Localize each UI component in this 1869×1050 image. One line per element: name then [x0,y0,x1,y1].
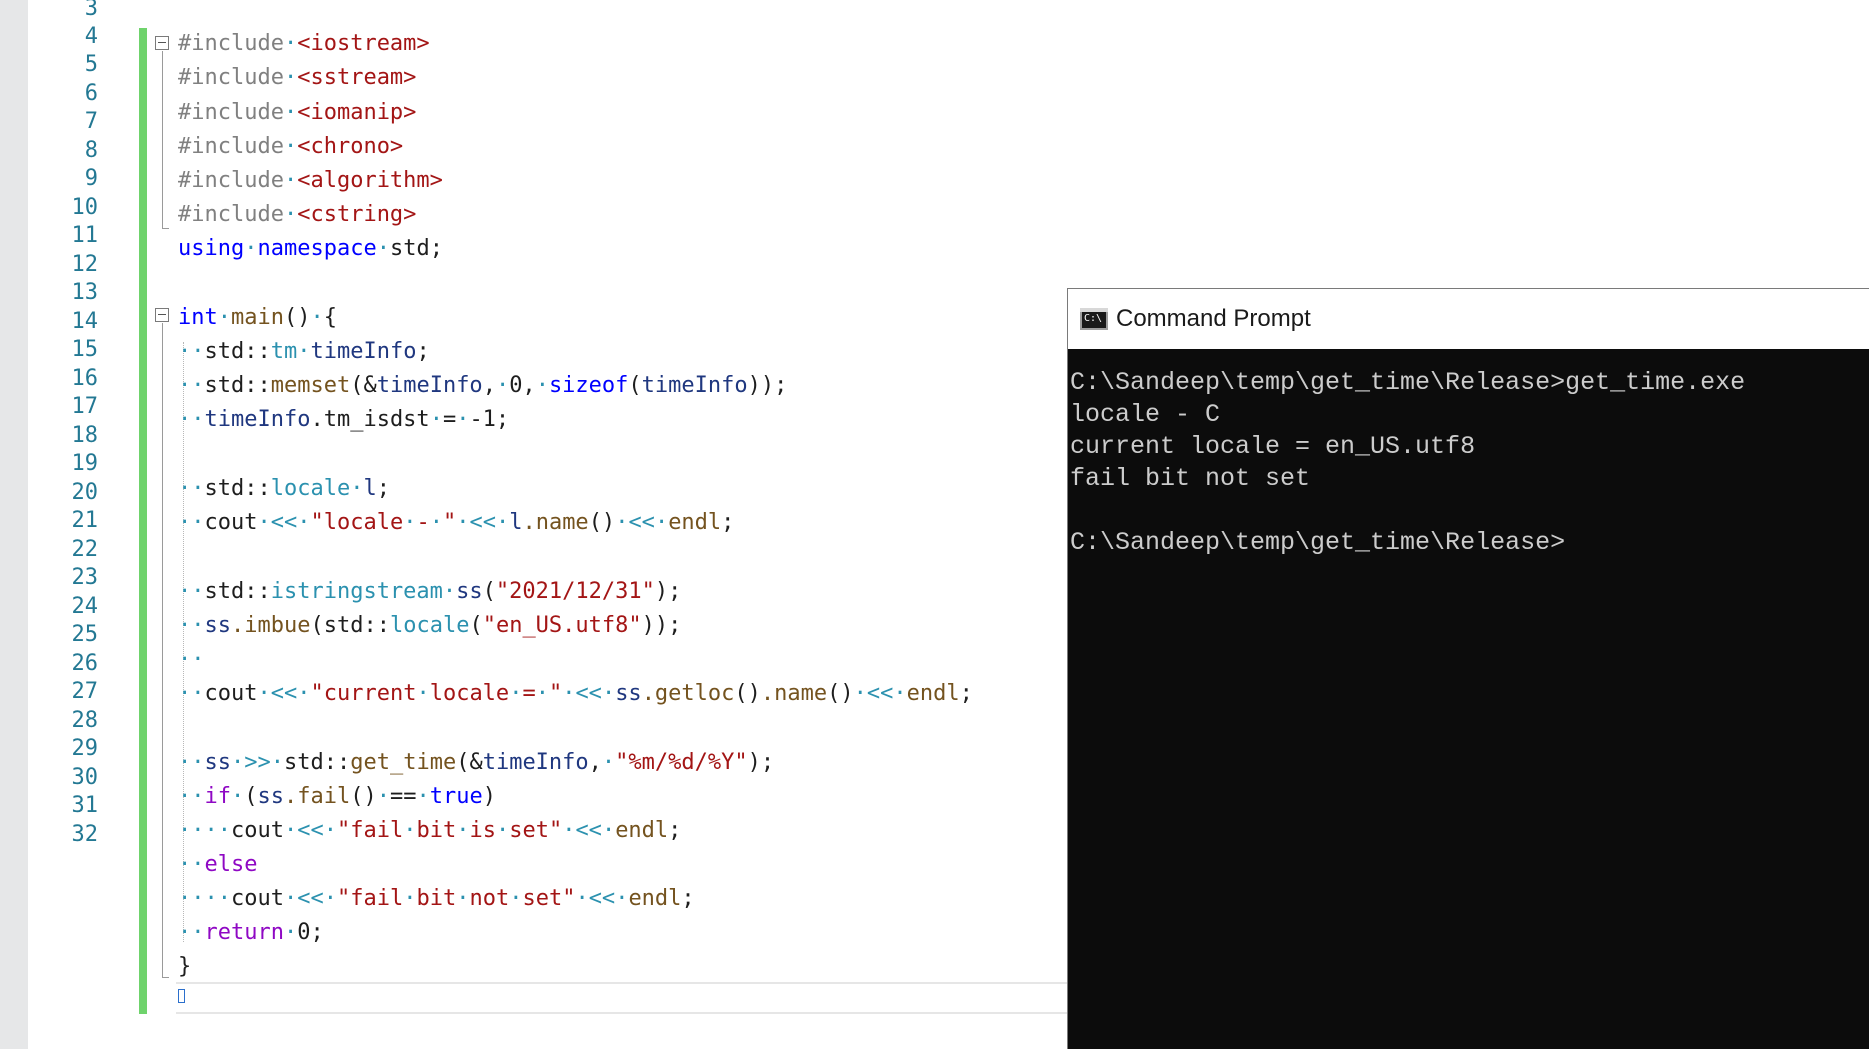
line-number-gutter: 3 4 5 6 7 8 9 10 11 12 13 14 15 16 17 18… [28,0,113,1049]
fold-range-line [162,323,163,978]
console-line: locale - C [1070,400,1221,429]
current-line-highlight [176,982,1144,1014]
console-output[interactable]: C:\Sandeep\temp\get_time\Release>get_tim… [1068,349,1869,1050]
fold-range-end [162,977,169,978]
text-caret [178,989,185,1003]
code-line: ··return·0; [178,920,324,945]
code-line: ··std::tm·timeInfo; [178,339,430,364]
console-prompt-line: C:\Sandeep\temp\get_time\Release> [1070,528,1566,557]
editor-left-margin [0,0,28,1049]
code-line: ··std::memset(&timeInfo,·0,·sizeof(timeI… [178,373,788,398]
console-line: C:\Sandeep\temp\get_time\Release>get_tim… [1070,368,1746,397]
console-line: current locale = en_US.utf8 [1070,432,1476,461]
code-line: ··ss.imbue(std::locale("en_US.utf8")); [178,613,682,638]
window-title-bar[interactable]: C:\ Command Prompt [1068,289,1869,349]
console-line: fail bit not set [1070,464,1311,493]
code-line: #include·<chrono> [178,134,404,159]
code-line: int·main()·{ [178,305,337,330]
code-line: ····cout·<<·"fail·bit·not·set"·<<·endl; [178,886,695,911]
command-prompt-window[interactable]: C:\ Command Prompt C:\Sandeep\temp\get_t… [1067,288,1869,1049]
code-line: ····cout·<<·"fail·bit·is·set"·<<·endl; [178,818,682,843]
code-line: ··cout·<<·"current·locale·=·"·<<·ss.getl… [178,681,973,706]
code-line: ··cout·<<·"locale·-·"·<<·l.name()·<<·end… [178,510,735,535]
fold-collapse-icon[interactable] [155,36,169,50]
code-line: #include·<algorithm> [178,168,443,193]
window-title: Command Prompt [1116,305,1311,332]
line-number: 32 [71,822,99,847]
code-line: ··std::locale·l; [178,476,390,501]
code-line: ··if·(ss.fail()·==·true) [178,784,496,809]
code-line: ··ss·>>·std::get_time(&timeInfo,·"%m/%d/… [178,750,775,775]
code-line: #include·<iostream> [178,31,430,56]
fold-range-line [162,51,163,229]
code-line: } [178,954,192,979]
code-line: ·· [178,647,205,672]
code-line: ··timeInfo.tm_isdst·=·-1; [178,407,510,432]
fold-collapse-icon[interactable] [155,308,169,322]
change-indicator-bar [139,28,147,1014]
code-line: ··std::istringstream·ss("2021/12/31"); [178,579,682,604]
code-line: #include·<sstream> [178,65,417,90]
cmd-icon: C:\ [1080,308,1108,330]
code-line: #include·<cstring> [178,202,417,227]
code-line: ··else [178,852,258,877]
code-line: #include·<iomanip> [178,100,417,125]
code-line: using·namespace·std; [178,236,443,261]
fold-range-end [162,228,169,229]
